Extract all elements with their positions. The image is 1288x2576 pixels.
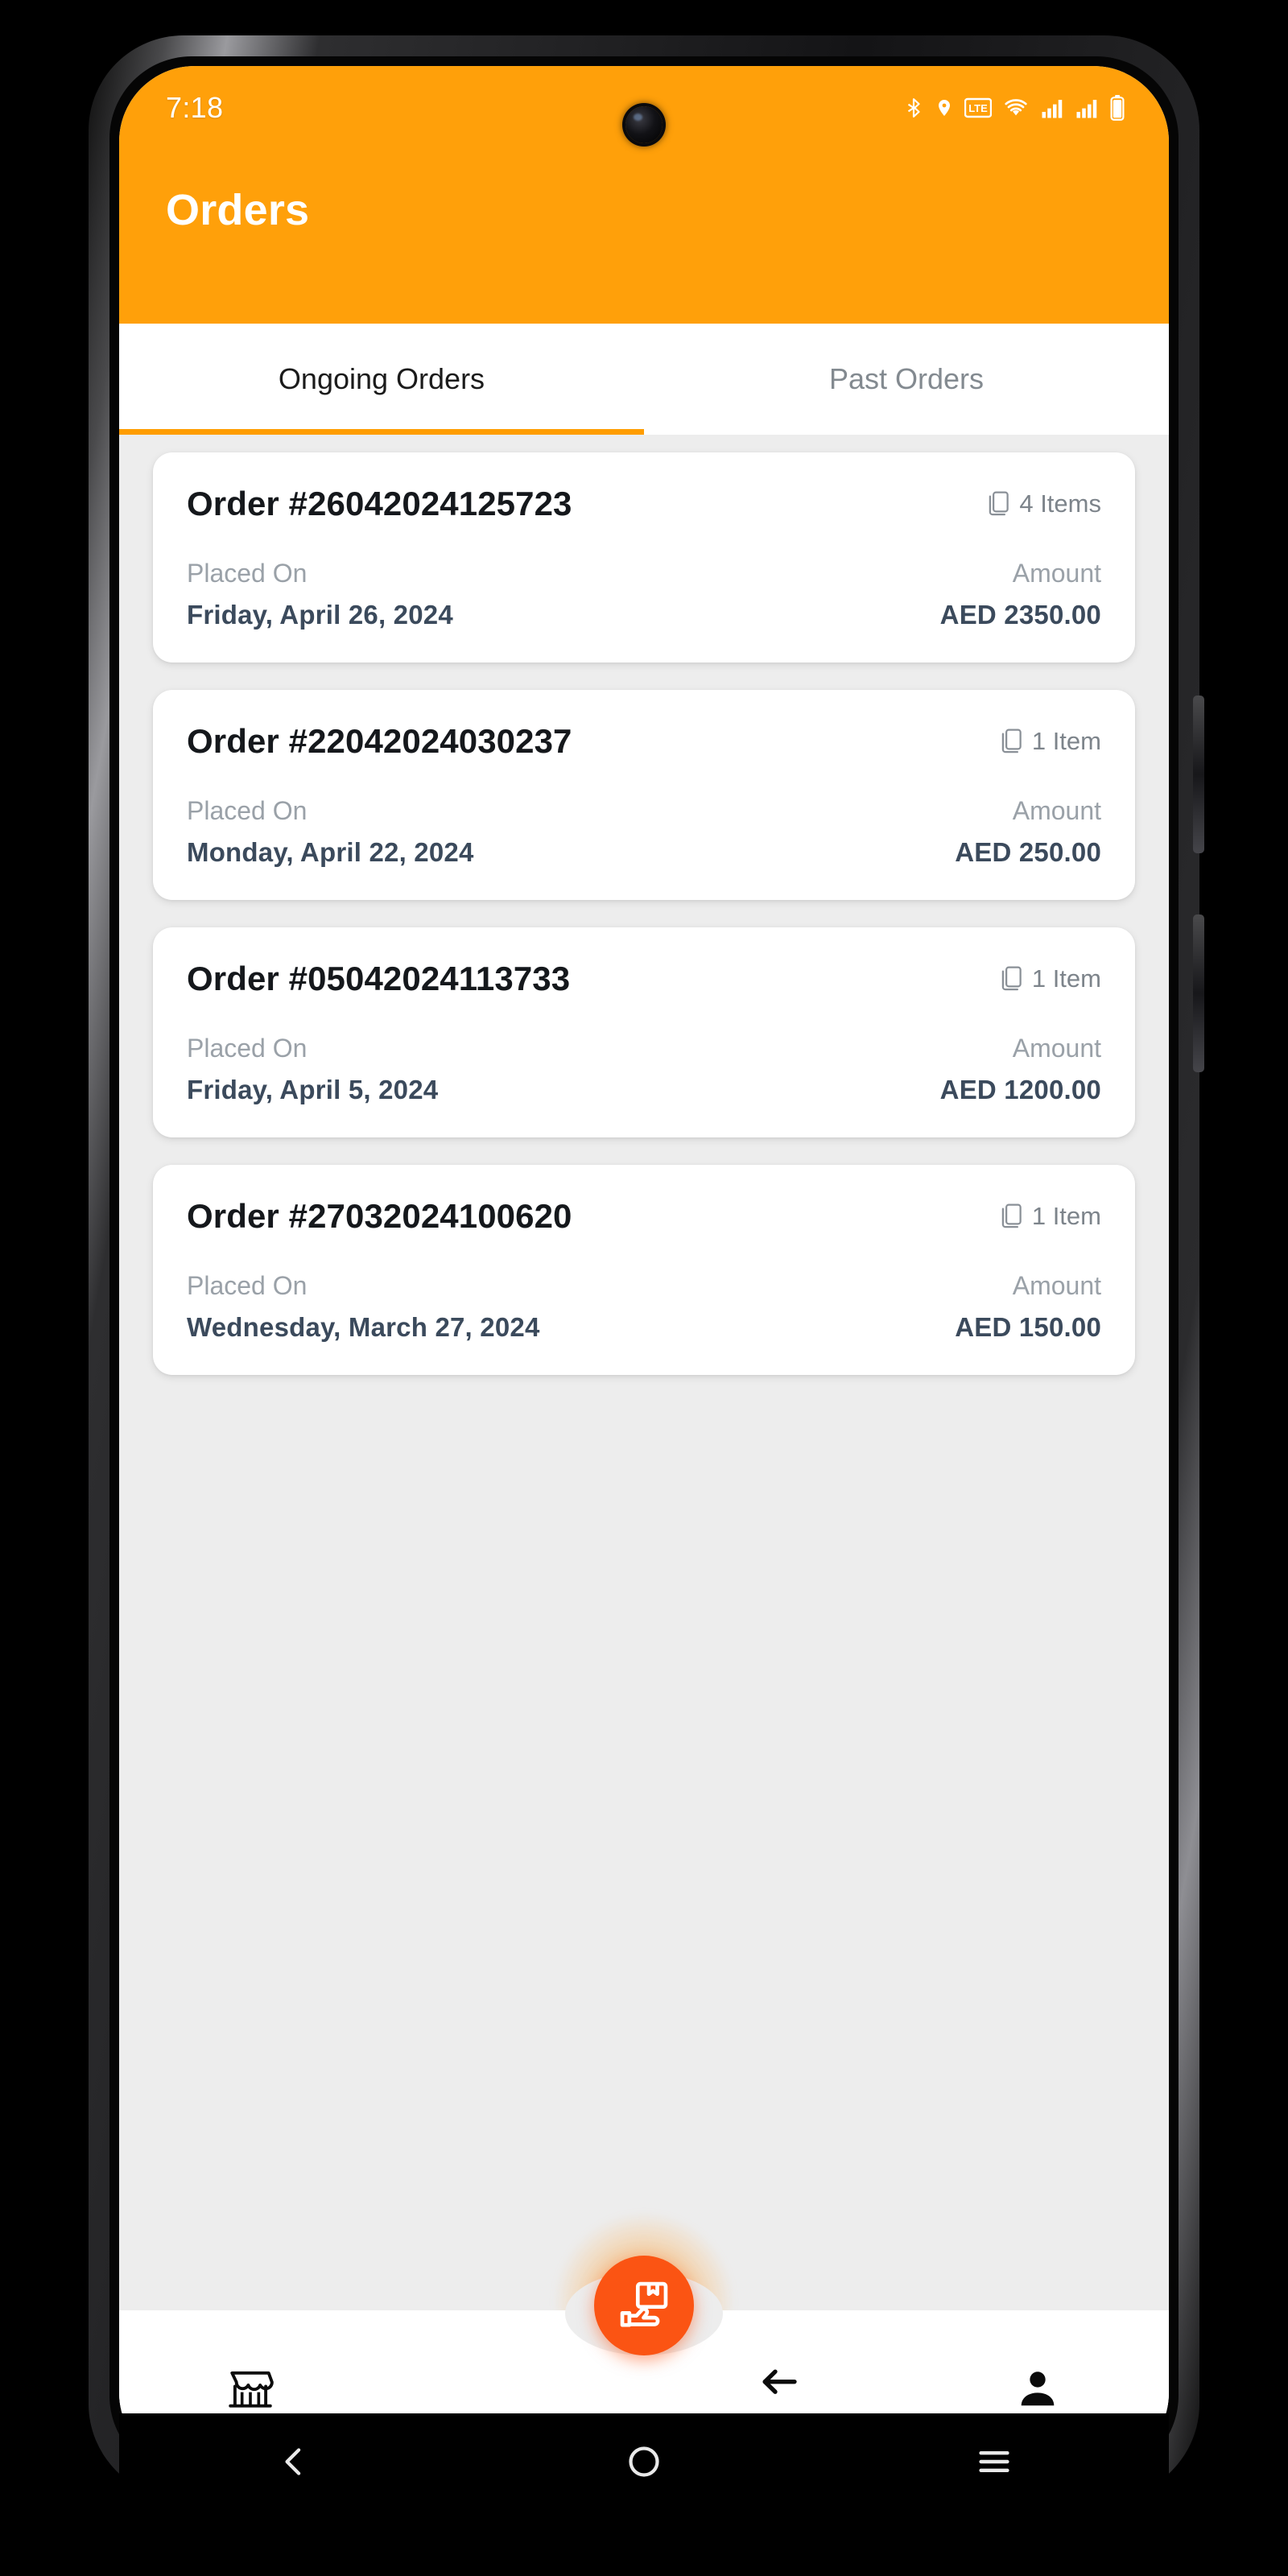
placed-on-value: Friday, April 5, 2024 bbox=[187, 1075, 439, 1104]
order-items-count: 1 Item bbox=[1031, 964, 1101, 993]
order-items-badge: 4 Items bbox=[987, 489, 1101, 518]
copy-icon bbox=[1001, 966, 1022, 991]
phone-screen: 7:18 LTE Orders Ongoing Orders Past Orde… bbox=[119, 66, 1169, 2468]
placed-on-label: Placed On bbox=[187, 1271, 308, 1300]
order-card-body: Placed On Monday, April 22, 2024 Amount … bbox=[187, 796, 1101, 868]
order-amount-block: Amount AED 250.00 bbox=[955, 796, 1101, 868]
app-bar: 7:18 LTE Orders bbox=[119, 66, 1169, 324]
home-icon bbox=[629, 2446, 659, 2477]
tab-ongoing-orders-label: Ongoing Orders bbox=[278, 362, 485, 395]
signal-icon-2 bbox=[1076, 100, 1097, 118]
order-card-header: Order #27032024100620 1 Item bbox=[187, 1197, 1101, 1236]
order-items-count: 1 Item bbox=[1031, 1202, 1101, 1230]
page-title: Orders bbox=[166, 186, 310, 234]
back-arrow-icon bbox=[762, 2369, 797, 2394]
recents-icon bbox=[979, 2451, 1009, 2472]
order-items-badge: 1 Item bbox=[1000, 1202, 1101, 1231]
order-card-body: Placed On Wednesday, March 27, 2024 Amou… bbox=[187, 1271, 1101, 1343]
amount-value: AED 150.00 bbox=[955, 1312, 1101, 1342]
copy-icon bbox=[989, 491, 1009, 516]
order-items-badge: 1 Item bbox=[1000, 727, 1101, 756]
screenshot-root: 7:18 LTE Orders Ongoing Orders Past Orde… bbox=[0, 0, 1288, 2576]
battery-icon bbox=[1110, 95, 1125, 121]
order-card[interactable]: Order #27032024100620 1 Item Placed On W… bbox=[153, 1165, 1135, 1375]
order-card[interactable]: Order #22042024030237 1 Item Placed On M… bbox=[153, 690, 1135, 900]
order-placed-block: Placed On Wednesday, March 27, 2024 bbox=[187, 1271, 540, 1343]
status-clock: 7:18 bbox=[166, 91, 224, 124]
order-placed-block: Placed On Monday, April 22, 2024 bbox=[187, 796, 474, 868]
copy-icon bbox=[1001, 1203, 1022, 1228]
lte-icon: LTE bbox=[964, 97, 992, 118]
copy-icon bbox=[1001, 729, 1022, 753]
order-items-count: 4 Items bbox=[1019, 489, 1101, 518]
tab-past-orders-label: Past Orders bbox=[828, 362, 985, 395]
order-card-body: Placed On Friday, April 5, 2024 Amount A… bbox=[187, 1034, 1101, 1105]
order-card-header: Order #05042024113733 1 Item bbox=[187, 960, 1101, 998]
placed-on-value: Monday, April 22, 2024 bbox=[187, 837, 474, 867]
tab-past-orders[interactable]: Past Orders bbox=[644, 324, 1169, 435]
status-icons: LTE bbox=[903, 95, 1125, 121]
placed-on-label: Placed On bbox=[187, 1034, 308, 1063]
nav-item-returns[interactable] bbox=[644, 2363, 906, 2415]
store-icon bbox=[229, 2371, 274, 2408]
amount-value: AED 250.00 bbox=[955, 837, 1101, 867]
volume-button[interactable] bbox=[1193, 914, 1204, 1072]
front-camera bbox=[625, 106, 663, 143]
person-icon bbox=[1021, 2372, 1055, 2406]
order-card[interactable]: Order #26042024125723 4 Items Placed On … bbox=[153, 452, 1135, 663]
amount-label: Amount bbox=[1012, 796, 1101, 825]
android-back-button[interactable] bbox=[213, 2413, 374, 2510]
tab-bar: Ongoing Orders Past Orders bbox=[119, 324, 1169, 435]
order-items-count: 1 Item bbox=[1031, 727, 1101, 755]
placed-on-label: Placed On bbox=[187, 559, 308, 588]
android-home-button[interactable] bbox=[564, 2413, 724, 2510]
amount-value: AED 2350.00 bbox=[939, 600, 1101, 630]
bluetooth-icon bbox=[907, 98, 920, 118]
order-items-badge: 1 Item bbox=[1000, 964, 1101, 993]
amount-label: Amount bbox=[1012, 1271, 1101, 1300]
order-amount-block: Amount AED 2350.00 bbox=[940, 559, 1101, 630]
nav-item-store[interactable] bbox=[119, 2364, 382, 2414]
android-recents-button[interactable] bbox=[914, 2413, 1075, 2510]
orders-list: Order #26042024125723 4 Items Placed On … bbox=[119, 435, 1169, 2468]
amount-label: Amount bbox=[1012, 559, 1101, 588]
tab-ongoing-orders[interactable]: Ongoing Orders bbox=[119, 324, 644, 435]
order-number: Order #22042024030237 bbox=[187, 722, 572, 760]
nav-item-profile[interactable] bbox=[906, 2366, 1169, 2413]
order-placed-block: Placed On Friday, April 26, 2024 bbox=[187, 559, 453, 630]
wifi-icon bbox=[1005, 99, 1027, 116]
order-amount-block: Amount AED 1200.00 bbox=[940, 1034, 1101, 1105]
location-icon bbox=[939, 100, 950, 116]
fab-new-order-button[interactable] bbox=[594, 2256, 694, 2355]
order-placed-block: Placed On Friday, April 5, 2024 bbox=[187, 1034, 438, 1105]
placed-on-value: Friday, April 26, 2024 bbox=[187, 600, 453, 630]
order-card[interactable]: Order #05042024113733 1 Item Placed On F… bbox=[153, 927, 1135, 1137]
order-number: Order #27032024100620 bbox=[187, 1197, 572, 1235]
back-icon bbox=[285, 2448, 301, 2475]
order-number: Order #05042024113733 bbox=[187, 960, 571, 997]
order-amount-block: Amount AED 150.00 bbox=[955, 1271, 1101, 1343]
android-system-nav bbox=[119, 2413, 1169, 2510]
order-card-header: Order #22042024030237 1 Item bbox=[187, 722, 1101, 761]
placed-on-value: Wednesday, March 27, 2024 bbox=[187, 1312, 540, 1342]
amount-label: Amount bbox=[1012, 1034, 1101, 1063]
svg-text:LTE: LTE bbox=[968, 102, 988, 114]
placed-on-label: Placed On bbox=[187, 796, 308, 825]
order-number: Order #26042024125723 bbox=[187, 485, 572, 522]
amount-value: AED 1200.00 bbox=[939, 1075, 1101, 1104]
package-delivery-icon bbox=[620, 2281, 668, 2327]
power-button[interactable] bbox=[1193, 696, 1204, 853]
order-card-header: Order #26042024125723 4 Items bbox=[187, 485, 1101, 523]
order-card-body: Placed On Friday, April 26, 2024 Amount … bbox=[187, 559, 1101, 630]
signal-icon-1 bbox=[1042, 100, 1063, 118]
